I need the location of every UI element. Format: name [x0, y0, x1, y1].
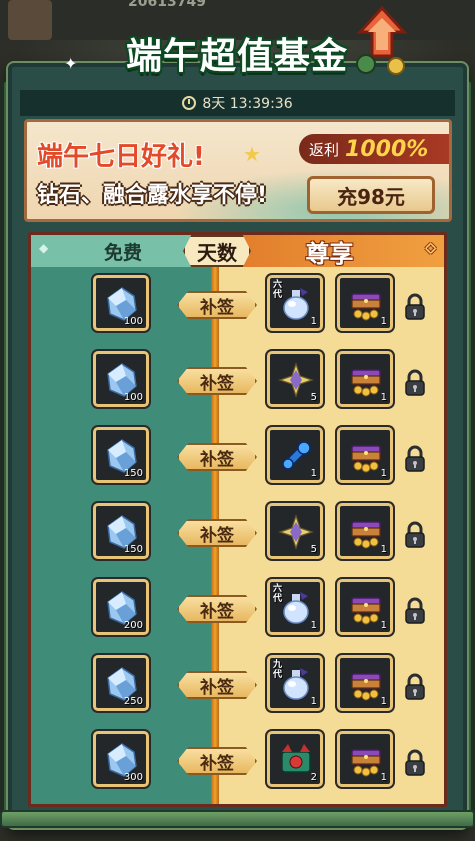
recharge-button[interactable]: 充98元	[307, 176, 435, 214]
free-reward-slot[interactable]: 300	[93, 731, 149, 787]
free-reward-slot[interactable]: 150	[93, 427, 149, 483]
star-icon: ★	[243, 142, 261, 166]
clock-icon	[182, 96, 197, 110]
reward-row: 300 补签 2 1	[31, 723, 444, 799]
vip-reward-slot[interactable]: 5	[267, 351, 323, 407]
rebate-badge: 返利 1000%	[299, 134, 449, 164]
reward-quantity: 1	[380, 620, 387, 631]
reward-row: 200 补签 六代 1 1	[31, 571, 444, 647]
reward-quantity: 2	[310, 772, 317, 783]
reward-quantity: 1	[380, 468, 387, 479]
reward-quantity: 1	[310, 696, 317, 707]
top-number: 20613749	[128, 0, 206, 10]
reward-quantity: 1	[310, 468, 317, 479]
reward-quantity: 250	[123, 696, 143, 707]
sparkle-icon: ✦	[64, 54, 78, 73]
bottom-frame-bar	[0, 810, 475, 828]
reward-quantity: 100	[123, 392, 143, 403]
reward-row: 100 补签 5 1	[31, 343, 444, 419]
free-reward-slot[interactable]: 100	[93, 275, 149, 331]
free-reward-slot[interactable]: 100	[93, 351, 149, 407]
vip-reward-slot[interactable]: 5	[267, 503, 323, 559]
makeup-signin-button[interactable]: 补签	[177, 443, 257, 471]
reward-quantity: 1	[380, 772, 387, 783]
player-avatar[interactable]	[8, 0, 52, 40]
reward-tag: 六代	[273, 280, 283, 300]
arrow-ornament-icon	[356, 6, 408, 75]
reward-row: 150 补签 5 1	[31, 495, 444, 571]
lock-icon	[404, 445, 426, 473]
rebate-label: 返利	[309, 140, 340, 159]
reward-quantity: 1	[310, 620, 317, 631]
makeup-signin-button[interactable]: 补签	[177, 747, 257, 775]
reward-row: 150 补签 1 1	[31, 419, 444, 495]
reward-tag: 六代	[273, 584, 283, 604]
lock-icon	[404, 293, 426, 321]
vip-reward-slot[interactable]: 1	[337, 427, 393, 483]
reward-quantity: 5	[310, 392, 317, 403]
reward-quantity: 1	[380, 696, 387, 707]
reward-rows: 100 补签 六代 1 1 100 补签 5 1 150 补签 1 1 150 …	[31, 267, 444, 804]
lock-icon	[404, 521, 426, 549]
rebate-value: 1000%	[345, 136, 429, 162]
reward-quantity: 100	[123, 316, 143, 327]
timer-text: 8天 13:39:36	[202, 96, 293, 112]
banner-title: 端午七日好礼!	[37, 142, 205, 172]
vip-reward-slot[interactable]: 六代 1	[267, 579, 323, 635]
reward-quantity: 1	[380, 544, 387, 555]
reward-quantity: 1	[380, 316, 387, 327]
reward-quantity: 1	[310, 316, 317, 327]
vip-reward-slot[interactable]: 1	[337, 275, 393, 331]
vip-reward-slot[interactable]: 1	[337, 731, 393, 787]
vip-reward-slot[interactable]: 1	[337, 351, 393, 407]
vip-reward-slot[interactable]: 1	[337, 503, 393, 559]
days-header: 天数	[183, 235, 251, 267]
makeup-signin-button[interactable]: 补签	[177, 595, 257, 623]
vip-reward-slot[interactable]: 1	[337, 579, 393, 635]
vip-reward-slot[interactable]: 1	[267, 427, 323, 483]
free-reward-slot[interactable]: 200	[93, 579, 149, 635]
promo-banner: 端午七日好礼! ★ 钻石、融合露水享不停! 返利 1000% 充98元	[24, 119, 452, 222]
reward-quantity: 1	[380, 392, 387, 403]
reward-quantity: 200	[123, 620, 143, 631]
page-title: 端午超值基金	[125, 36, 348, 77]
reward-tag: 九代	[273, 660, 283, 680]
reward-row: 250 补签 九代 1 1	[31, 647, 444, 723]
reward-quantity: 150	[123, 468, 143, 479]
makeup-signin-button[interactable]: 补签	[177, 519, 257, 547]
vip-reward-slot[interactable]: 九代 1	[267, 655, 323, 711]
makeup-signin-button[interactable]: 补签	[177, 671, 257, 699]
banner-subtitle: 钻石、融合露水享不停!	[37, 183, 268, 208]
lock-icon	[404, 673, 426, 701]
vip-reward-slot[interactable]: 1	[337, 655, 393, 711]
reward-row: 100 补签 六代 1 1	[31, 267, 444, 343]
lock-icon	[404, 369, 426, 397]
lock-icon	[404, 597, 426, 625]
reward-board: 免费 尊享 天数 100 补签 六代 1 1 100 补签	[28, 232, 447, 807]
reward-quantity: 150	[123, 544, 143, 555]
reward-quantity: 300	[123, 772, 143, 783]
free-reward-slot[interactable]: 250	[93, 655, 149, 711]
vip-reward-slot[interactable]: 2	[267, 731, 323, 787]
lock-icon	[404, 749, 426, 777]
free-reward-slot[interactable]: 150	[93, 503, 149, 559]
reward-quantity: 5	[310, 544, 317, 555]
makeup-signin-button[interactable]: 补签	[177, 367, 257, 395]
makeup-signin-button[interactable]: 补签	[177, 291, 257, 319]
vip-reward-slot[interactable]: 六代 1	[267, 275, 323, 331]
countdown-timer: 8天 13:39:36	[20, 90, 455, 116]
